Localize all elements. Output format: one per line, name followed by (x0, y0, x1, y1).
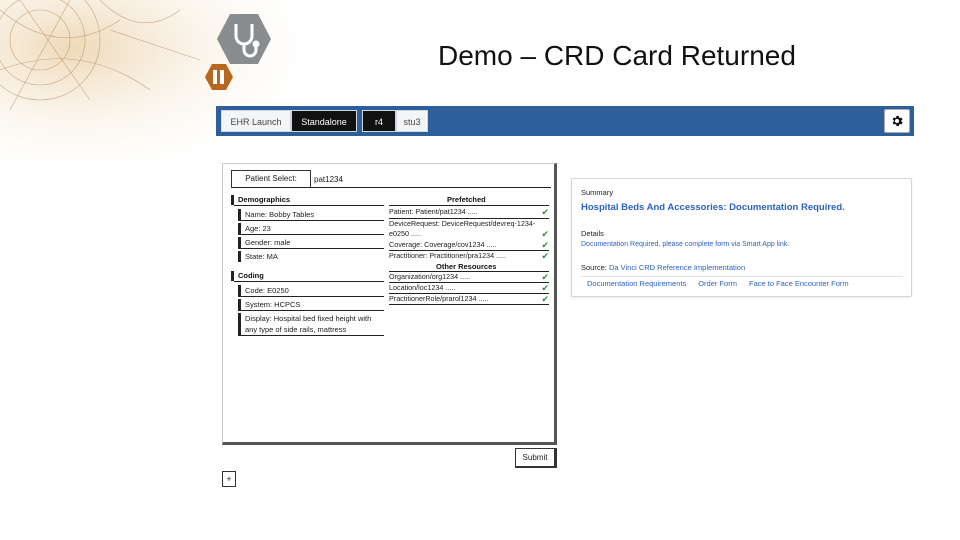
link-documentation-requirements[interactable]: Documentation Requirements (587, 279, 686, 288)
card-source: Source: Da Vinci CRD Reference Implement… (581, 263, 745, 272)
prefetched-item-label: Coverage: Coverage/cov1234 ..... (389, 240, 497, 249)
check-icon: ✔ (541, 240, 549, 250)
demographics-name: Name: Bobby Tables (238, 209, 384, 221)
tab-stu3[interactable]: stu3 (396, 110, 428, 132)
prefetched-item: Coverage: Coverage/cov1234 ..... ✔ (389, 240, 549, 250)
submit-button[interactable]: Submit (515, 448, 557, 468)
link-face-to-face-form[interactable]: Face to Face Encounter Form (749, 279, 849, 288)
stethoscope-icon (217, 14, 271, 64)
demographics-age: Age: 23 (238, 223, 384, 235)
crd-card: Summary Hospital Beds And Accessories: D… (571, 178, 912, 297)
slide-title: Demo – CRD Card Returned (438, 40, 796, 71)
request-form-panel: Patient Select: pat1234 Demographics Nam… (222, 163, 557, 445)
other-resources-heading: Other Resources (436, 262, 497, 271)
other-resource-item: Organization/org1234 ..... ✔ (389, 272, 549, 282)
patient-select-button[interactable]: Patient Select: (231, 170, 311, 188)
prefetched-heading: Prefetched (447, 195, 486, 204)
tab-ehr-launch[interactable]: EHR Launch (221, 110, 291, 132)
check-icon: ✔ (541, 294, 549, 304)
coding-heading: Coding (231, 271, 384, 282)
prefetched-item-label: Patient: Patient/pat1234 ..... (389, 207, 478, 216)
card-summary: Hospital Beds And Accessories: Documenta… (581, 202, 845, 213)
link-order-form[interactable]: Order Form (698, 279, 737, 288)
demographics-heading: Demographics (231, 195, 385, 206)
prefetched-item: DeviceRequest: DeviceRequest/devreq-1234… (389, 219, 549, 239)
demographics-gender: Gender: male (238, 237, 384, 249)
prefetched-item: Practitioner: Practitioner/pra1234 .....… (389, 251, 549, 261)
other-resource-label: Location/loc1234 ..... (389, 283, 456, 292)
summary-label: Summary (581, 188, 614, 197)
divider (231, 187, 551, 188)
other-resource-item: PractitionerRole/prarol1234 ..... ✔ (389, 294, 549, 304)
tab-standalone[interactable]: Standalone (291, 110, 357, 132)
settings-button[interactable] (884, 109, 910, 133)
source-link[interactable]: Da Vinci CRD Reference Implementation (609, 263, 745, 272)
check-icon: ✔ (541, 272, 549, 282)
coding-display: Display: Hospital bed fixed height with … (238, 313, 384, 336)
gear-icon (892, 115, 903, 127)
card-links: Documentation Requirements Order Form Fa… (581, 276, 903, 289)
prefetched-item: Patient: Patient/pat1234 ..... ✔ (389, 207, 549, 217)
demographics-state: State: MA (238, 251, 384, 262)
card-detail-link[interactable]: Documentation Required, please complete … (581, 241, 789, 248)
coding-code: Code: E0250 (238, 285, 384, 297)
patient-select-value: pat1234 (314, 175, 343, 184)
divider (389, 304, 549, 305)
add-button[interactable]: + (222, 471, 236, 487)
source-label: Source: (581, 263, 607, 272)
other-resource-item: Location/loc1234 ..... ✔ (389, 283, 549, 293)
details-label: Details (581, 229, 604, 238)
app-toolbar: EHR Launch Standalone r4 stu3 (216, 106, 914, 136)
prefetched-item-label: DeviceRequest: DeviceRequest/devreq-1234… (389, 219, 536, 238)
other-resource-label: Organization/org1234 ..... (389, 272, 471, 281)
prefetched-item-label: Practitioner: Practitioner/pra1234 ..... (389, 251, 507, 260)
divider (389, 205, 549, 206)
tab-r4[interactable]: r4 (362, 110, 396, 132)
other-resource-label: PractitionerRole/prarol1234 ..... (389, 294, 489, 303)
check-icon: ✔ (541, 251, 549, 261)
check-icon: ✔ (541, 229, 549, 239)
medical-icon (205, 64, 233, 90)
check-icon: ✔ (541, 207, 549, 217)
coding-system: System: HCPCS (238, 299, 384, 311)
check-icon: ✔ (541, 283, 549, 293)
